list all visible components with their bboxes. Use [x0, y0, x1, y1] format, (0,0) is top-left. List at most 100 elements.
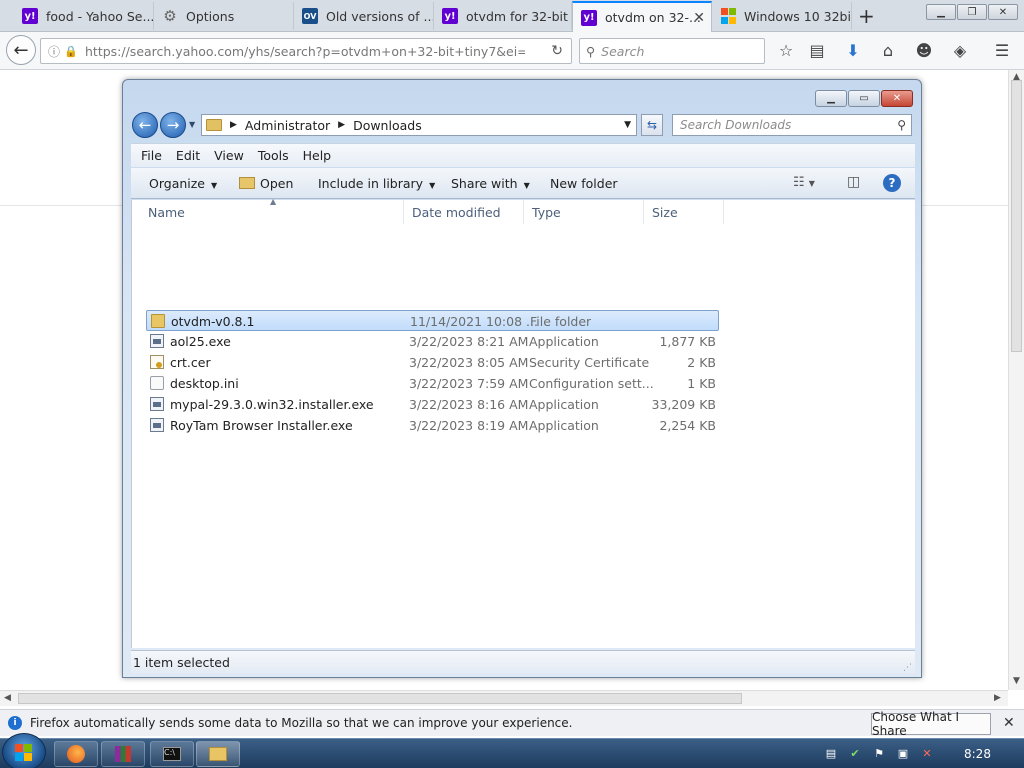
- file-size: 1 KB: [687, 376, 716, 391]
- file-row[interactable]: RoyTam Browser Installer.exe 3/22/2023 8…: [146, 415, 719, 436]
- column-header-name[interactable]: Name ▲: [140, 197, 404, 224]
- forward-button[interactable]: →: [160, 112, 186, 138]
- column-header-size[interactable]: Size: [644, 200, 724, 224]
- maximize-button[interactable]: ❐: [957, 4, 987, 20]
- windows-logo-icon: [15, 744, 32, 761]
- close-icon[interactable]: ✕: [1003, 715, 1015, 731]
- back-button[interactable]: ←: [6, 35, 36, 65]
- home-icon[interactable]: ⌂: [878, 41, 898, 60]
- command-bar: Organize ▼ Open Include in library ▼ Share…: [131, 168, 915, 199]
- volume-muted-icon[interactable]: ✕: [920, 747, 934, 761]
- column-header-type[interactable]: Type: [524, 200, 644, 224]
- chevron-right-icon[interactable]: ▶: [230, 120, 237, 130]
- browser-tab-active[interactable]: y! otvdm on 32-... ✕: [572, 1, 712, 32]
- browser-tab[interactable]: y! otvdm for 32-bit ...: [434, 2, 572, 30]
- security-shield-icon[interactable]: ✔: [848, 747, 862, 761]
- menu-icon[interactable]: ☰: [992, 41, 1012, 60]
- new-tab-button[interactable]: +: [858, 4, 875, 28]
- address-bar[interactable]: ▶ Administrator ▶ Downloads ▼: [201, 114, 637, 136]
- resize-grip-icon[interactable]: ⋰: [903, 663, 912, 673]
- organize-button[interactable]: Organize ▼: [149, 176, 217, 191]
- yahoo-icon: y!: [22, 8, 38, 24]
- browser-tab[interactable]: y! food - Yahoo Se...: [14, 2, 154, 30]
- file-type: Application: [529, 418, 599, 433]
- breadcrumb-administrator[interactable]: Administrator: [245, 118, 330, 133]
- scroll-left-icon[interactable]: ◀: [4, 693, 11, 703]
- file-row[interactable]: aol25.exe 3/22/2023 8:21 AM Application …: [146, 331, 719, 352]
- scroll-down-icon[interactable]: ▼: [1013, 676, 1020, 686]
- new-folder-button[interactable]: New folder: [550, 176, 618, 191]
- chat-icon[interactable]: ☻: [914, 41, 934, 60]
- search-input[interactable]: ⚲ Search: [579, 38, 765, 64]
- clipboard-icon[interactable]: ▤: [824, 747, 838, 761]
- yahoo-icon: y!: [442, 8, 458, 24]
- close-tab-icon[interactable]: ✕: [693, 10, 705, 26]
- reload-icon[interactable]: ↻: [551, 43, 563, 59]
- notification-message: Firefox automatically sends some data to…: [30, 716, 573, 730]
- share-with-button[interactable]: Share with ▼: [451, 176, 530, 191]
- chevron-right-icon[interactable]: ▶: [338, 120, 345, 130]
- help-icon[interactable]: ?: [883, 174, 901, 192]
- file-type: Application: [529, 334, 599, 349]
- open-button[interactable]: Open: [239, 176, 293, 191]
- menu-help[interactable]: Help: [303, 148, 332, 163]
- taskbar-explorer-button[interactable]: [196, 741, 240, 767]
- maximize-button[interactable]: ▭: [848, 90, 880, 107]
- menu-edit[interactable]: Edit: [176, 148, 200, 163]
- search-downloads-input[interactable]: Search Downloads ⚲: [672, 114, 912, 136]
- taskbar-firefox-button[interactable]: [54, 741, 98, 767]
- browser-tab[interactable]: Windows 10 32bi...: [712, 2, 852, 30]
- taskbar-cmd-button[interactable]: C:\: [150, 741, 194, 767]
- back-button[interactable]: ←: [132, 112, 158, 138]
- bookmark-star-icon[interactable]: ☆: [776, 41, 796, 60]
- preview-pane-icon[interactable]: ◫: [847, 174, 860, 190]
- browser-tab[interactable]: ⚙ Options: [154, 2, 294, 30]
- scroll-thumb[interactable]: [18, 693, 742, 704]
- minimize-button[interactable]: ▁: [815, 90, 847, 107]
- menu-file[interactable]: File: [141, 148, 162, 163]
- network-icon[interactable]: ▣: [896, 747, 910, 761]
- clock[interactable]: 8:28: [964, 747, 991, 761]
- file-row[interactable]: crt.cer 3/22/2023 8:05 AM Security Certi…: [146, 352, 719, 373]
- file-row-selected[interactable]: otvdm-v0.8.1 11/14/2021 10:08 ... File f…: [146, 310, 719, 331]
- chevron-down-icon[interactable]: ▼: [624, 120, 631, 130]
- reading-list-icon[interactable]: ▤: [807, 41, 827, 60]
- file-date: 3/22/2023 7:59 AM: [409, 376, 529, 391]
- browser-tab[interactable]: OV Old versions of ...: [294, 2, 434, 30]
- close-button[interactable]: ✕: [881, 90, 913, 107]
- include-in-library-button[interactable]: Include in library ▼: [318, 176, 435, 191]
- recent-pages-dropdown-icon[interactable]: ▼: [189, 120, 195, 129]
- vertical-scrollbar[interactable]: ▲ ▼: [1008, 70, 1024, 690]
- horizontal-scrollbar[interactable]: ◀ ▶: [0, 690, 1008, 706]
- application-icon: [150, 334, 164, 348]
- start-button[interactable]: [2, 733, 46, 768]
- menu-view[interactable]: View: [214, 148, 244, 163]
- column-header-date[interactable]: Date modified: [404, 200, 524, 224]
- action-center-flag-icon[interactable]: ⚑: [872, 747, 886, 761]
- downloads-icon[interactable]: ⬇: [843, 41, 863, 60]
- refresh-button[interactable]: ⇆: [641, 114, 663, 136]
- minimize-button[interactable]: ▁: [926, 4, 956, 20]
- menu-tools[interactable]: Tools: [258, 148, 289, 163]
- info-icon[interactable]: ⓘ: [45, 43, 63, 60]
- archive-icon: [115, 746, 131, 762]
- choose-what-i-share-button[interactable]: Choose What I Share: [871, 710, 991, 738]
- pocket-icon[interactable]: ◈: [950, 41, 970, 60]
- file-row[interactable]: desktop.ini 3/22/2023 7:59 AM Configurat…: [146, 373, 719, 394]
- breadcrumb-downloads[interactable]: Downloads: [353, 118, 422, 133]
- file-name: desktop.ini: [170, 376, 239, 391]
- taskbar-winrar-button[interactable]: [101, 741, 145, 767]
- scroll-thumb[interactable]: [1011, 80, 1022, 352]
- view-options-icon[interactable]: ☷ ▼: [793, 175, 815, 190]
- url-bar[interactable]: ⓘ 🔒 https://search.yahoo.com/yhs/search?…: [40, 38, 572, 64]
- file-row[interactable]: mypal-29.3.0.win32.installer.exe 3/22/20…: [146, 394, 719, 415]
- file-type: Security Certificate: [529, 355, 650, 370]
- file-date: 3/22/2023 8:05 AM: [409, 355, 529, 370]
- scroll-right-icon[interactable]: ▶: [994, 693, 1001, 703]
- chevron-down-icon: ▼: [523, 181, 530, 190]
- taskbar: C:\ ▤ ✔ ⚑ ▣ ✕ 8:28: [0, 733, 1024, 768]
- close-window-button[interactable]: ✕: [988, 4, 1018, 20]
- certificate-icon: [150, 355, 164, 369]
- file-name: RoyTam Browser Installer.exe: [170, 418, 353, 433]
- status-bar: 1 item selected ⋰: [131, 650, 915, 674]
